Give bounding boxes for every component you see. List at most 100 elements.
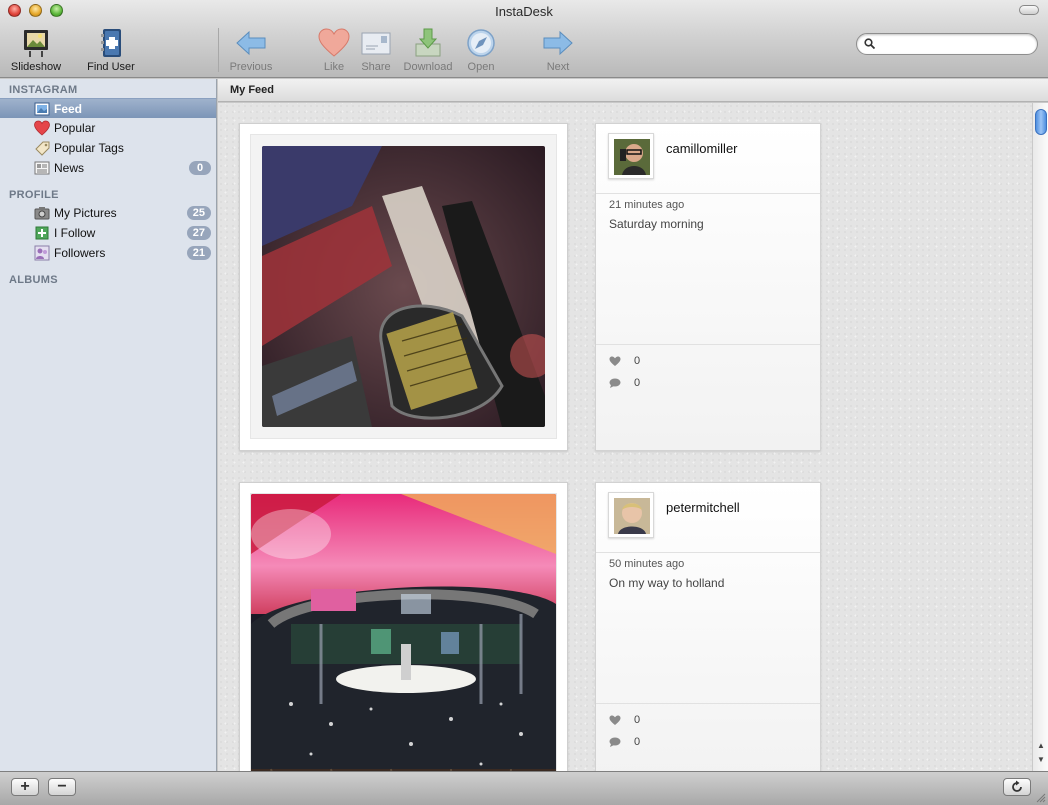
window-title: InstaDesk bbox=[495, 4, 553, 19]
divider bbox=[596, 703, 820, 704]
avatar[interactable] bbox=[608, 492, 654, 538]
search-input[interactable] bbox=[879, 36, 1029, 52]
sidebar-item-label: I Follow bbox=[54, 226, 96, 240]
find-user-label: Find User bbox=[87, 61, 135, 73]
comment-icon bbox=[609, 378, 621, 388]
refresh-icon bbox=[1012, 780, 1022, 792]
search-field[interactable] bbox=[856, 33, 1038, 55]
my-pictures-count-badge: 25 bbox=[186, 206, 211, 220]
sidebar-item-popular[interactable]: Popular bbox=[0, 118, 216, 138]
followers-count-badge: 21 bbox=[186, 246, 211, 260]
sidebar-item-label: My Pictures bbox=[54, 206, 117, 220]
open-button[interactable]: Open bbox=[465, 28, 497, 73]
comment-count: 0 bbox=[634, 377, 641, 389]
post-username[interactable]: petermitchell bbox=[666, 500, 740, 515]
sidebar-item-label: News bbox=[54, 161, 85, 175]
vertical-scrollbar[interactable]: ▲ ▼ bbox=[1032, 103, 1048, 771]
like-count: 0 bbox=[634, 355, 641, 367]
envelope-icon bbox=[361, 32, 391, 55]
i-follow-count-badge: 27 bbox=[186, 226, 211, 240]
sidebar-item-my-pictures[interactable]: My Pictures 25 bbox=[0, 203, 216, 223]
like-count: 0 bbox=[634, 714, 641, 726]
user-avatar-photo bbox=[614, 139, 650, 175]
page-title: My Feed bbox=[230, 84, 275, 96]
post-photo-card[interactable] bbox=[239, 482, 568, 771]
arrow-left-icon bbox=[236, 30, 266, 56]
sidebar-header-profile: PROFILE bbox=[9, 189, 59, 201]
bottom-bar: + − bbox=[0, 771, 1048, 805]
comment-count: 0 bbox=[634, 736, 641, 748]
find-user-button[interactable]: Find User bbox=[84, 28, 138, 73]
news-count-badge: 0 bbox=[189, 161, 211, 175]
news-icon bbox=[34, 161, 50, 175]
address-book-icon bbox=[101, 29, 121, 57]
refresh-button[interactable] bbox=[1003, 778, 1031, 796]
feed-list[interactable]: camillomiller 21 minutes ago Saturday mo… bbox=[218, 103, 1032, 771]
post-caption: Saturday morning bbox=[609, 217, 704, 231]
next-button[interactable]: Next bbox=[540, 28, 576, 73]
slideshow-button[interactable]: Slideshow bbox=[8, 28, 64, 73]
post-photo-card[interactable] bbox=[239, 123, 568, 451]
search-icon bbox=[864, 38, 875, 49]
sidebar-item-news[interactable]: News 0 bbox=[0, 158, 216, 178]
post-photo[interactable] bbox=[262, 146, 545, 427]
follow-icon bbox=[35, 226, 49, 240]
mall-interior-photo bbox=[251, 494, 556, 771]
post-timestamp: 21 minutes ago bbox=[609, 199, 685, 211]
heart-icon bbox=[34, 120, 50, 136]
heart-icon bbox=[609, 715, 621, 725]
divider bbox=[596, 193, 820, 194]
share-button[interactable]: Share bbox=[359, 28, 393, 73]
sidebar-item-label: Popular Tags bbox=[54, 141, 124, 155]
post-photo[interactable] bbox=[251, 494, 556, 771]
post-caption: On my way to holland bbox=[609, 576, 725, 590]
sidebar-item-label: Followers bbox=[54, 246, 106, 260]
open-label: Open bbox=[467, 61, 495, 73]
scroll-up-arrow-icon[interactable]: ▲ bbox=[1036, 741, 1046, 751]
download-button[interactable]: Download bbox=[401, 28, 455, 73]
window-toolbar: InstaDesk Slideshow Find User Previous L… bbox=[0, 0, 1048, 78]
remove-button[interactable]: − bbox=[48, 778, 76, 796]
sidebar-item-popular-tags[interactable]: Popular Tags bbox=[0, 138, 216, 158]
slideshow-label: Slideshow bbox=[10, 61, 62, 73]
post-username[interactable]: camillomiller bbox=[666, 141, 738, 156]
sidebar-item-label: Feed bbox=[54, 102, 83, 116]
comment-icon bbox=[609, 737, 621, 747]
tag-icon bbox=[35, 141, 50, 156]
sidebar-item-followers[interactable]: Followers 21 bbox=[0, 243, 216, 263]
add-button[interactable]: + bbox=[11, 778, 39, 796]
like-button[interactable]: Like bbox=[317, 28, 351, 73]
previous-button[interactable]: Previous bbox=[227, 28, 275, 73]
content-header: My Feed bbox=[218, 79, 1048, 102]
plus-icon: + bbox=[20, 778, 30, 795]
sidebar-item-feed[interactable]: Feed bbox=[0, 98, 216, 118]
sidebar-header-instagram: INSTAGRAM bbox=[9, 84, 78, 96]
previous-label: Previous bbox=[229, 61, 273, 73]
scroll-down-arrow-icon[interactable]: ▼ bbox=[1036, 755, 1046, 765]
arrow-right-icon bbox=[543, 30, 573, 56]
post-info-card: camillomiller 21 minutes ago Saturday mo… bbox=[595, 123, 821, 451]
slideshow-icon bbox=[24, 30, 48, 57]
heart-icon bbox=[318, 28, 350, 57]
followers-icon bbox=[34, 245, 50, 261]
divider bbox=[596, 552, 820, 553]
share-label: Share bbox=[361, 61, 391, 73]
sidebar-item-i-follow[interactable]: I Follow 27 bbox=[0, 223, 216, 243]
photo-frame bbox=[250, 134, 557, 439]
sidebar: INSTAGRAM Feed Popular Popular Tags News… bbox=[0, 79, 217, 771]
avatar[interactable] bbox=[608, 133, 654, 179]
sidebar-header-albums: ALBUMS bbox=[9, 274, 58, 286]
safari-compass-icon bbox=[467, 29, 495, 57]
scrollbar-thumb[interactable] bbox=[1035, 109, 1047, 135]
divider bbox=[596, 344, 820, 345]
next-label: Next bbox=[546, 61, 570, 73]
feed-icon bbox=[34, 102, 50, 116]
resize-grip-icon[interactable] bbox=[1034, 791, 1046, 803]
camera-icon bbox=[34, 207, 50, 220]
sidebar-item-label: Popular bbox=[54, 121, 96, 135]
download-icon bbox=[415, 28, 441, 57]
record-player-photo bbox=[262, 146, 545, 427]
post-info-card: petermitchell 50 minutes ago On my way t… bbox=[595, 482, 821, 771]
post-timestamp: 50 minutes ago bbox=[609, 558, 685, 570]
toolbar-toggle-button[interactable] bbox=[1019, 5, 1039, 15]
